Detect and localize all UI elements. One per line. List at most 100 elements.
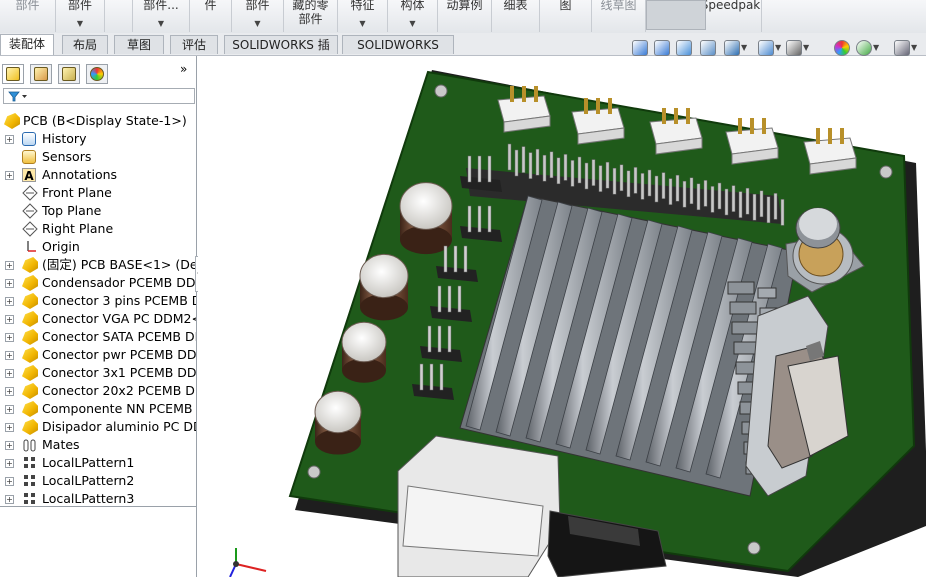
chevron-down-icon[interactable]: ▼	[232, 17, 283, 31]
annotations-icon: A	[22, 168, 36, 183]
chevron-down-icon[interactable]: ▼	[388, 17, 437, 31]
part-icon	[4, 113, 20, 129]
tree-item[interactable]: + Mates	[0, 436, 196, 454]
tree-item[interactable]: + History	[0, 130, 196, 148]
chevron-down-icon[interactable]: ▼	[873, 43, 879, 52]
ribbon-button-1[interactable]: 部件 ▼	[56, 0, 105, 32]
chevron-down-icon[interactable]: ▼	[775, 43, 781, 52]
edit-appearance-icon[interactable]	[834, 40, 850, 56]
tab-0[interactable]: 装配体	[0, 34, 54, 55]
expand-icon[interactable]: +	[5, 135, 14, 144]
ribbon-button-7[interactable]: 特征 ▼	[338, 0, 388, 32]
ribbon-button-12[interactable]: 线草图	[592, 0, 646, 32]
expand-icon[interactable]: +	[5, 477, 14, 486]
section-view-icon[interactable]	[700, 40, 716, 56]
expand-icon[interactable]: +	[5, 387, 14, 396]
tree-item[interactable]: + Conector 3 pins PCEMB DD	[0, 292, 196, 310]
expand-icon[interactable]: +	[5, 297, 14, 306]
chevron-down-icon[interactable]: ▼	[911, 43, 917, 52]
feature-manager-icon[interactable]	[2, 64, 24, 84]
chevron-down-icon[interactable]: ▼	[741, 43, 747, 52]
tab-4[interactable]: SOLIDWORKS 插件	[224, 35, 338, 71]
tree-item[interactable]: + (固定) PCB BASE<1> (Default	[0, 256, 196, 274]
ribbon-button-13[interactable]: Speedpak	[700, 0, 762, 32]
zoom-to-area-icon[interactable]	[654, 40, 670, 56]
tree-item[interactable]: Front Plane	[0, 184, 196, 202]
plane-icon	[22, 221, 38, 237]
tree-filter[interactable]	[3, 88, 195, 104]
ribbon-button-8[interactable]: 构体 ▼	[388, 0, 438, 32]
tree-item[interactable]: + LocalLPattern1	[0, 454, 196, 472]
display-manager-icon[interactable]	[86, 64, 108, 84]
expand-icon[interactable]: +	[5, 423, 14, 432]
display-manager-icon-glyph	[90, 67, 104, 81]
chevron-down-icon[interactable]: ▼	[56, 17, 104, 31]
expand-icon[interactable]: +	[5, 171, 14, 180]
tree-item[interactable]: + Disipador aluminio PC DDM	[0, 418, 196, 436]
expand-icon[interactable]: +	[5, 333, 14, 342]
tab-3[interactable]: 评估	[170, 35, 218, 54]
ribbon-button-label: 部件...	[143, 0, 179, 12]
chevron-down-icon[interactable]: ▼	[803, 43, 809, 52]
heatsink-pin	[731, 321, 759, 335]
tree-item[interactable]: + Condensador PCEMB DDM	[0, 274, 196, 292]
ribbon-button-9[interactable]: 动算例	[438, 0, 492, 32]
tree-item[interactable]: + Conector 20x2 PCEMB DD	[0, 382, 196, 400]
plane-icon	[22, 185, 38, 201]
tree-item[interactable]: Top Plane	[0, 202, 196, 220]
expand-icon[interactable]: +	[5, 405, 14, 414]
property-manager-icon[interactable]	[30, 64, 52, 84]
expand-icon[interactable]: +	[5, 315, 14, 324]
ribbon-button-6[interactable]: 藏的零 部件	[284, 0, 338, 32]
display-style-icon[interactable]	[758, 40, 774, 56]
ribbon-button-2[interactable]	[105, 0, 133, 32]
capacitor	[359, 253, 409, 321]
tab-1[interactable]: 布局	[62, 35, 108, 54]
expand-icon[interactable]: +	[5, 261, 14, 270]
tree-item[interactable]: Sensors	[0, 148, 196, 166]
capacitor	[399, 182, 453, 255]
expand-icon[interactable]: +	[5, 351, 14, 360]
view-settings-icon[interactable]	[894, 40, 910, 56]
tree-item[interactable]: + A Annotations	[0, 166, 196, 184]
ribbon-button-3[interactable]: 部件... ▼	[133, 0, 190, 32]
tab-5[interactable]: SOLIDWORKS MBD	[342, 35, 454, 71]
tree-item[interactable]: + Conector 3x1 PCEMB DDM	[0, 364, 196, 382]
ribbon-button-5[interactable]: 部件 ▼	[232, 0, 284, 32]
sata-connector[interactable]	[397, 435, 561, 577]
tree-item[interactable]: Origin	[0, 238, 196, 256]
tree-item[interactable]: + Conector SATA PCEMB DDM	[0, 328, 196, 346]
tree-item[interactable]: Right Plane	[0, 220, 196, 238]
tab-2[interactable]: 草图	[114, 35, 164, 54]
expand-icon[interactable]: +	[5, 369, 14, 378]
tree-item[interactable]: + LocalLPattern2	[0, 472, 196, 490]
configuration-manager-icon[interactable]	[58, 64, 80, 84]
jst-connector	[803, 128, 857, 175]
tree-item-label: Conector 3 pins PCEMB DD	[42, 293, 196, 308]
expand-icon[interactable]: +	[5, 459, 14, 468]
panel-more-button[interactable]: »	[180, 62, 187, 76]
expand-icon[interactable]: +	[5, 441, 14, 450]
expand-icon[interactable]: +	[5, 279, 14, 288]
mates-icon	[22, 437, 38, 453]
tree-item[interactable]: + Conector pwr PCEMB DDM	[0, 346, 196, 364]
zoom-to-fit-icon[interactable]	[632, 40, 648, 56]
tree-item-label: LocalLPattern2	[42, 473, 135, 488]
tree-root[interactable]: PCB (B<Display State-1>)	[0, 112, 196, 130]
apply-scene-icon[interactable]	[856, 40, 872, 56]
ribbon-button-11[interactable]: 图	[540, 0, 592, 32]
ribbon-button-0[interactable]: 部件	[0, 0, 56, 32]
tree-item[interactable]: + Conector VGA PC DDM2<	[0, 310, 196, 328]
hide-show-items-icon[interactable]	[786, 40, 802, 56]
view-orientation-icon[interactable]	[724, 40, 740, 56]
expand-icon[interactable]: +	[5, 495, 14, 504]
ribbon-button-4[interactable]: 件	[190, 0, 232, 32]
chevron-down-icon[interactable]: ▼	[338, 17, 387, 31]
ribbon-button-10[interactable]: 细表	[492, 0, 540, 32]
previous-view-icon[interactable]	[676, 40, 692, 56]
ribbon-blank-button[interactable]	[646, 0, 706, 30]
tree-item[interactable]: + Componente NN PCEMB D	[0, 400, 196, 418]
chevron-down-icon[interactable]: ▼	[133, 17, 189, 31]
graphics-area[interactable]	[198, 56, 926, 577]
part-icon	[22, 401, 38, 417]
